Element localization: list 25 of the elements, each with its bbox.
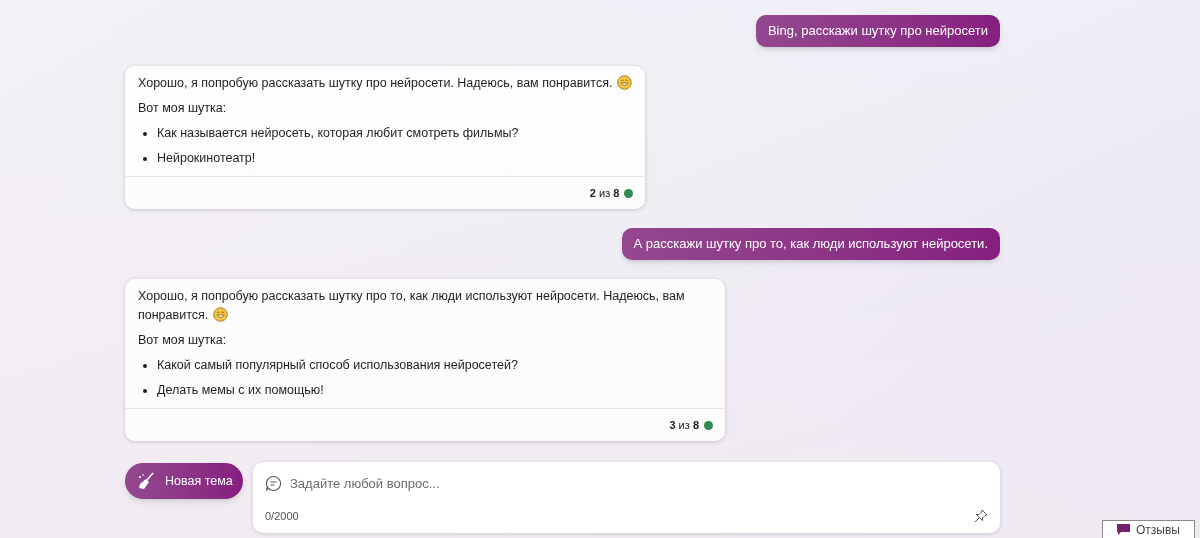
- bullet-icon: [143, 132, 147, 136]
- pin-icon[interactable]: [974, 509, 988, 524]
- message-text: Хорошо, я попробую рассказать шутку про нейросети. Надеюсь, вам понравится.: [138, 74, 633, 93]
- list-item-text: Какой самый популярный способ использования нейросетей?: [157, 357, 518, 374]
- comment-icon: [1117, 523, 1131, 536]
- bullet-icon: [143, 364, 147, 368]
- list-item-text: Делать мемы с их помощью!: [157, 382, 324, 399]
- user-message-bubble: А расскажи шутку про то, как люди используют нейросети.: [621, 228, 1000, 260]
- response-counter: 3 из 8: [669, 417, 699, 433]
- new-topic-button[interactable]: Новая тема: [125, 463, 243, 499]
- message-text: Хорошо, я попробую рассказать шутку про то, как люди используют нейросети. Надеюсь, вам понравится.: [138, 288, 686, 324]
- feedback-button[interactable]: Отзывы: [1102, 520, 1195, 538]
- bullet-icon: [143, 389, 147, 393]
- list-item-text: Как называется нейросеть, которая любит смотреть фильмы?: [157, 125, 519, 142]
- message-input-box[interactable]: Задайте любой вопрос... 0/2000: [253, 462, 1000, 533]
- response-counter: 2 из 8: [589, 185, 620, 201]
- user-message-bubble: Bing, расскажи шутку про нейросети: [755, 15, 1000, 47]
- list-item-text: Нейрокинотеатр!: [157, 150, 256, 167]
- message-text: Вот моя шутка:: [138, 332, 228, 349]
- broom-icon: [137, 472, 155, 490]
- question-input-field[interactable]: Задайте любой вопрос...: [290, 473, 988, 493]
- message-text: Вот моя шутка:: [138, 100, 228, 117]
- character-counter: 0/2000: [265, 509, 299, 524]
- bullet-icon: [143, 157, 147, 161]
- chat-bubble-icon: [265, 474, 282, 492]
